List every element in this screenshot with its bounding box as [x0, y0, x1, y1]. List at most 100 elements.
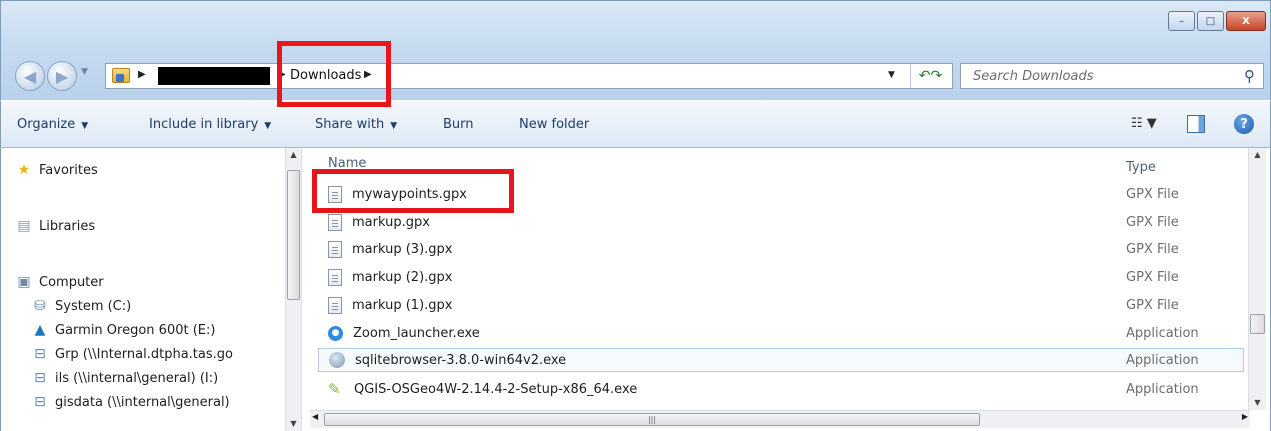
scroll-down-icon[interactable]: ▼: [1249, 396, 1266, 410]
address-bar[interactable]: ▶ ▶ Downloads ▶ ▼ ↶↷: [105, 63, 953, 89]
horizontal-scroll-thumb[interactable]: |||: [324, 413, 980, 426]
file-name: sqlitebrowser-3.8.0-win64v2.exe: [355, 352, 567, 368]
file-type: GPX File: [1126, 269, 1179, 285]
file-type: GPX File: [1126, 186, 1179, 202]
command-toolbar: Organize ▼ Include in library ▼ Share with…: [0, 100, 1271, 148]
nav-drive-label: Garmin Oregon 600t (E:): [55, 322, 216, 338]
back-arrow-icon: ◀: [23, 66, 37, 86]
annotation-highlight-mywaypoints: [312, 169, 514, 213]
nav-drive-label: gisdata (\\internal\general): [55, 394, 230, 410]
nav-favorites-label: Favorites: [39, 162, 98, 178]
share-with-button[interactable]: Share with ▼: [315, 117, 397, 132]
forward-arrow-icon: ▶: [55, 66, 69, 86]
drive-icon: ⛁: [34, 298, 46, 314]
organize-button[interactable]: Organize ▼: [17, 117, 88, 132]
minimize-button[interactable]: –: [1168, 11, 1195, 31]
garmin-device-icon: ▲: [34, 322, 46, 338]
file-name: QGIS-OSGeo4W-2.14.4-2-Setup-x86_64.exe: [354, 381, 638, 397]
document-icon: [328, 268, 342, 286]
file-name: markup (1).gpx: [352, 297, 453, 313]
address-dropdown-icon[interactable]: ▼: [888, 70, 895, 80]
organize-label: Organize: [17, 117, 76, 132]
scroll-up-icon[interactable]: ▲: [1249, 148, 1266, 162]
scroll-up-icon[interactable]: ▲: [286, 148, 301, 162]
nav-computer-label: Computer: [39, 274, 104, 290]
nav-drive-ils[interactable]: ⊟ ils (\\internal\general) (I:): [31, 370, 218, 386]
filelist-scroll-thumb[interactable]: [1250, 314, 1265, 334]
chevron-down-icon: ▼: [81, 121, 89, 131]
back-button[interactable]: ◀: [15, 61, 45, 91]
file-name: markup (2).gpx: [352, 269, 453, 285]
nav-drive-gisdata[interactable]: ⊟ gisdata (\\internal\general): [31, 394, 230, 410]
nav-drive-label: ils (\\internal\general) (I:): [55, 370, 219, 386]
nav-drive-grp[interactable]: ⊟ Grp (\\Internal.dtpha.tas.go: [31, 346, 233, 362]
caption-buttons: – □ X: [1166, 11, 1266, 31]
horizontal-scrollbar[interactable]: ◀ ||| ▶: [310, 410, 1250, 428]
search-icon[interactable]: ⚲: [1244, 67, 1255, 85]
close-button[interactable]: X: [1226, 11, 1266, 31]
new-folder-button[interactable]: New folder: [519, 117, 589, 132]
file-row[interactable]: ✎ QGIS-OSGeo4W-2.14.4-2-Setup-x86_64.exe…: [318, 377, 1244, 401]
nav-libraries-label: Libraries: [39, 218, 96, 234]
nav-drive-garmin[interactable]: ▲ Garmin Oregon 600t (E:): [31, 322, 216, 338]
file-type: GPX File: [1126, 214, 1179, 230]
file-row[interactable]: markup (3).gpx GPX File: [318, 237, 1244, 261]
navigation-row: ◀ ▶ ▼ ▶ ▶ Downloads ▶ ▼ ↶↷ Search Downlo…: [15, 59, 1264, 93]
file-row[interactable]: markup.gpx GPX File: [318, 210, 1244, 234]
network-drive-icon: ⊟: [34, 370, 46, 386]
navpane-scroll-thumb[interactable]: [287, 170, 300, 300]
help-icon[interactable]: ?: [1234, 114, 1254, 134]
window-titlebar: – □ X ◀ ▶ ▼ ▶ ▶ Downloads ▶ ▼ ↶↷ Search …: [0, 0, 1271, 100]
scroll-down-icon[interactable]: ▼: [286, 417, 301, 431]
nav-drive-label: Grp (\\Internal.dtpha.tas.go: [55, 346, 233, 362]
column-header-type[interactable]: Type: [1126, 160, 1156, 175]
file-type: Application: [1126, 381, 1199, 397]
recent-pages-dropdown[interactable]: ▼: [81, 67, 88, 77]
search-placeholder: Search Downloads: [973, 69, 1094, 84]
forward-button[interactable]: ▶: [47, 61, 77, 91]
redacted-breadcrumb: [158, 67, 270, 85]
file-row[interactable]: markup (2).gpx GPX File: [318, 265, 1244, 289]
network-drive-icon: ⊟: [34, 394, 46, 410]
library-icon: ▤: [17, 218, 31, 234]
file-row[interactable]: sqlitebrowser-3.8.0-win64v2.exe Applicat…: [318, 348, 1244, 372]
nav-favorites[interactable]: ★ Favorites: [15, 162, 98, 178]
share-with-label: Share with: [315, 117, 385, 132]
network-drive-icon: ⊟: [34, 346, 46, 362]
file-type: Application: [1126, 352, 1199, 368]
zoom-app-icon: ●: [328, 325, 343, 341]
file-type: GPX File: [1126, 297, 1179, 313]
breadcrumb-arrow-icon[interactable]: ▶: [138, 69, 146, 80]
qgis-app-icon: ✎: [328, 380, 341, 398]
refresh-icon: ↶↷: [918, 68, 943, 84]
search-input[interactable]: Search Downloads ⚲: [960, 63, 1264, 89]
scroll-left-icon[interactable]: ◀: [312, 412, 318, 421]
document-icon: [328, 296, 342, 314]
file-row[interactable]: ● Zoom_launcher.exe Application: [318, 321, 1244, 345]
file-row[interactable]: markup (1).gpx GPX File: [318, 293, 1244, 317]
change-view-icon[interactable]: ☷ ▼: [1131, 116, 1157, 131]
navigation-pane: ★ Favorites ▤ Libraries ▣ Computer ⛁ System …: [0, 148, 302, 431]
burn-button[interactable]: Burn: [443, 117, 474, 132]
refresh-button[interactable]: ↶↷: [910, 64, 950, 88]
chevron-down-icon: ▼: [390, 121, 398, 131]
include-in-library-button[interactable]: Include in library ▼: [149, 117, 271, 132]
navpane-scrollbar[interactable]: ▲ ▼: [285, 148, 301, 431]
document-icon: [328, 240, 342, 258]
file-name: Zoom_launcher.exe: [353, 325, 480, 341]
preview-pane-icon[interactable]: [1187, 115, 1205, 133]
file-type: GPX File: [1126, 241, 1179, 257]
scroll-right-icon[interactable]: ▶: [1242, 412, 1248, 421]
nav-libraries[interactable]: ▤ Libraries: [15, 218, 95, 234]
include-in-library-label: Include in library: [149, 117, 259, 132]
file-name: markup.gpx: [352, 214, 430, 230]
maximize-button[interactable]: □: [1197, 11, 1224, 31]
filelist-scrollbar[interactable]: ▲ ▼: [1248, 148, 1266, 410]
computer-icon: ▣: [17, 274, 31, 290]
nav-drive-label: System (C:): [55, 298, 132, 314]
annotation-highlight-downloads: [277, 41, 391, 107]
star-icon: ★: [17, 162, 31, 178]
sqlite-app-icon: [329, 352, 345, 368]
nav-drive-system[interactable]: ⛁ System (C:): [31, 298, 131, 314]
nav-computer[interactable]: ▣ Computer: [15, 274, 104, 290]
